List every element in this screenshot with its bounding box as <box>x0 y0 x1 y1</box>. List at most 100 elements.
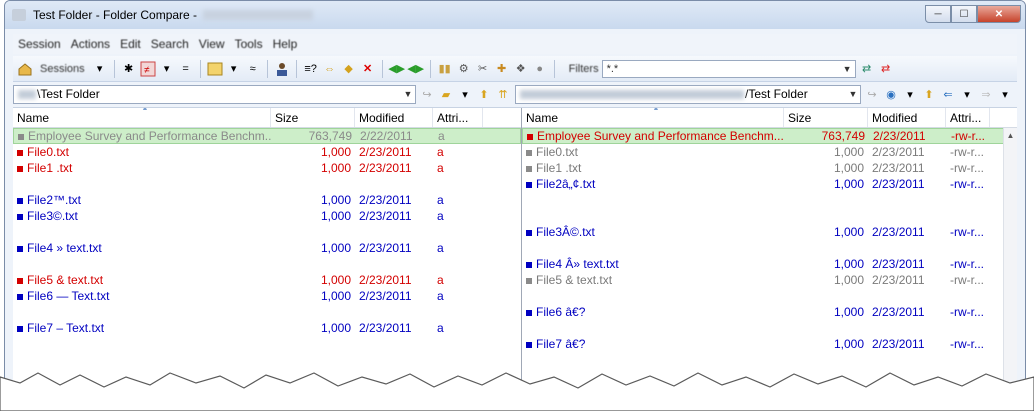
column-name[interactable]: ▲ Name <box>522 108 784 127</box>
back-icon[interactable]: ⇐ <box>940 86 956 102</box>
chevron-down-icon[interactable]: ▼ <box>846 89 860 99</box>
menu-session[interactable]: Session <box>13 37 66 51</box>
right-pane[interactable]: ▲ Name Size Modified Attri... Employee Su… <box>522 108 1017 391</box>
column-modified[interactable]: Modified <box>868 108 946 127</box>
file-row[interactable]: File7 â€? 1,000 2/23/2011 -rw-r... <box>522 336 1017 352</box>
menu-edit[interactable]: Edit <box>115 37 146 51</box>
expand-icon[interactable]: ◆ <box>341 61 357 77</box>
menu-view[interactable]: View <box>194 37 230 51</box>
maximize-button[interactable]: ☐ <box>951 5 977 23</box>
minimize-button[interactable]: ─ <box>925 5 951 23</box>
file-attributes: -rw-r... <box>946 145 990 159</box>
chevron-down-icon[interactable]: ▼ <box>843 64 855 74</box>
file-modified: 2/23/2011 <box>868 145 946 159</box>
left-pane[interactable]: ▲ Name Size Modified Attri... Employee Su… <box>13 108 522 391</box>
parent-folder-icon[interactable]: ⬆ <box>921 86 937 102</box>
chevron-down-icon[interactable]: ▾ <box>902 86 918 102</box>
file-row[interactable]: File4 » text.txt 1,000 2/23/2011 a <box>13 240 521 256</box>
tools-icon[interactable]: ⚙ <box>456 61 472 77</box>
copy-right-icon[interactable]: ◀▶ <box>407 61 424 77</box>
close-button[interactable]: ✕ <box>977 5 1021 23</box>
filter-icon[interactable] <box>207 61 223 77</box>
show-differences-icon[interactable]: ≠ <box>140 61 156 77</box>
file-modified: 2/23/2011 <box>355 193 433 207</box>
refresh-icon[interactable]: ▮▮ <box>437 61 453 77</box>
file-modified-text: 2/23/2011 <box>359 273 412 287</box>
file-attributes: a <box>433 241 483 255</box>
file-attributes: a <box>433 209 483 223</box>
forward-icon[interactable]: ⇒ <box>978 86 994 102</box>
left-path-input[interactable]: \Test Folder ▼ <box>13 84 416 104</box>
file-row[interactable]: File4 Â» text.txt 1,000 2/23/2011 -rw-r... <box>522 256 1017 272</box>
file-row[interactable]: File2™.txt 1,000 2/23/2011 a <box>13 192 521 208</box>
column-size[interactable]: Size <box>784 108 868 127</box>
stop-icon[interactable]: ● <box>532 61 548 77</box>
file-row[interactable]: File3©.txt 1,000 2/23/2011 a <box>13 208 521 224</box>
file-modified: 2/23/2011 <box>868 337 946 351</box>
file-attributes-text: a <box>437 193 444 207</box>
file-row[interactable]: File0.txt 1,000 2/23/2011 -rw-r... <box>522 144 1017 160</box>
chevron-down-icon[interactable]: ▾ <box>457 86 473 102</box>
globe-icon[interactable]: ◉ <box>883 86 899 102</box>
go-icon[interactable]: ↪ <box>864 86 880 102</box>
file-row[interactable]: File1 .txt 1,000 2/23/2011 -rw-r... <box>522 160 1017 176</box>
parent-folder-icon[interactable]: ⬆ <box>476 86 492 102</box>
menu-help[interactable]: Help <box>268 37 303 51</box>
vertical-scrollbar[interactable]: ▲ <box>1003 128 1017 391</box>
sessions-button[interactable]: Sessions <box>36 59 89 79</box>
file-row[interactable]: Employee Survey and Performance Benchm..… <box>522 128 1017 144</box>
file-name: File3©.txt <box>13 209 271 223</box>
file-row[interactable]: File2â„¢.txt 1,000 2/23/2011 -rw-r... <box>522 176 1017 192</box>
filter-clear-icon[interactable]: ⇄ <box>878 61 894 77</box>
status-marker-icon <box>526 181 532 188</box>
file-row[interactable]: File5 & text.txt 1,000 2/23/2011 a <box>13 272 521 288</box>
chevron-down-icon[interactable]: ▾ <box>159 61 175 77</box>
file-modified: 2/23/2011 <box>355 273 433 287</box>
chevron-down-icon[interactable]: ▾ <box>226 61 242 77</box>
rules-icon[interactable]: ≈ <box>245 61 261 77</box>
tree-icon[interactable]: ❖ <box>513 61 529 77</box>
delete-icon[interactable]: ✕ <box>360 61 376 77</box>
left-column-header: ▲ Name Size Modified Attri... <box>13 108 521 128</box>
menu-search[interactable]: Search <box>146 37 194 51</box>
merge-icon[interactable]: ✂ <box>475 61 491 77</box>
show-same-icon[interactable]: = <box>178 61 194 77</box>
chevron-down-icon[interactable]: ▾ <box>92 61 108 77</box>
file-row[interactable]: File1 .txt 1,000 2/23/2011 a <box>13 160 521 176</box>
sync-icon[interactable]: ⇔ <box>322 61 338 77</box>
chevron-down-icon[interactable]: ▾ <box>959 86 975 102</box>
puzzle-icon[interactable]: ✚ <box>494 61 510 77</box>
file-row[interactable]: File5 & text.txt 1,000 2/23/2011 -rw-r... <box>522 272 1017 288</box>
browse-folder-icon[interactable]: ▰ <box>438 86 454 102</box>
compare-icon[interactable]: ≡? <box>303 61 319 77</box>
file-size: 1,000 <box>784 273 868 287</box>
column-attributes[interactable]: Attri... <box>946 108 990 127</box>
status-marker-icon <box>17 293 23 300</box>
up-folder-icon[interactable]: ⇈ <box>495 86 511 102</box>
menu-tools[interactable]: Tools <box>230 37 268 51</box>
file-row[interactable]: File3Â©.txt 1,000 2/23/2011 -rw-r... <box>522 224 1017 240</box>
status-marker-icon <box>526 309 532 316</box>
show-all-icon[interactable]: ✱ <box>121 61 137 77</box>
menu-actions[interactable]: Actions <box>66 37 115 51</box>
home-icon[interactable] <box>17 61 33 77</box>
filters-input[interactable]: *.* ▼ <box>601 59 856 78</box>
column-name[interactable]: ▲ Name <box>13 108 271 127</box>
chevron-down-icon[interactable]: ▾ <box>997 86 1013 102</box>
go-icon[interactable]: ↪ <box>419 86 435 102</box>
file-row[interactable]: Employee Survey and Performance Benchm..… <box>13 128 521 144</box>
file-row[interactable]: File7 – Text.txt 1,000 2/23/2011 a <box>13 320 521 336</box>
copy-left-icon[interactable]: ◀▶ <box>388 61 405 77</box>
filter-apply-icon[interactable]: ⇄ <box>859 61 875 77</box>
chevron-down-icon[interactable]: ▼ <box>401 89 415 99</box>
column-attributes[interactable]: Attri... <box>433 108 483 127</box>
column-size[interactable]: Size <box>271 108 355 127</box>
file-row[interactable]: File6 — Text.txt 1,000 2/23/2011 a <box>13 288 521 304</box>
empty-row <box>13 176 521 192</box>
column-modified[interactable]: Modified <box>355 108 433 127</box>
file-row[interactable]: File0.txt 1,000 2/23/2011 a <box>13 144 521 160</box>
right-path-input[interactable]: /Test Folder ▼ <box>515 84 861 104</box>
scroll-up-icon[interactable]: ▲ <box>1004 128 1017 140</box>
file-row[interactable]: File6 â€? 1,000 2/23/2011 -rw-r... <box>522 304 1017 320</box>
person-icon[interactable] <box>274 61 290 77</box>
